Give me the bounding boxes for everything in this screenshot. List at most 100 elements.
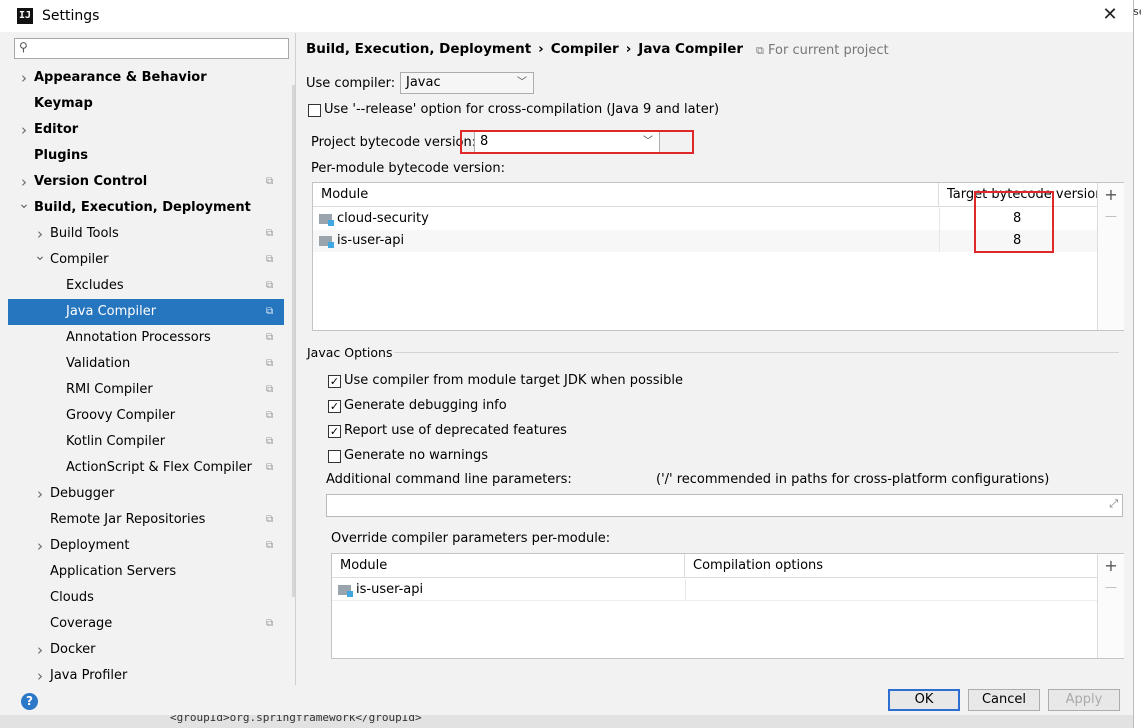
project-scope-icon: ⧉ [266, 618, 274, 629]
override-table: Module Compilation options + — is-user-a… [331, 553, 1124, 659]
sidebar-item-label: ActionScript & Flex Compiler [66, 460, 253, 475]
option-checkbox[interactable]: ✓ [328, 375, 341, 388]
remove-module-button[interactable]: — [1098, 209, 1124, 223]
table-row[interactable]: is-user-api [332, 579, 1097, 601]
sidebar-item-label: Deployment [50, 538, 130, 553]
sidebar-item[interactable]: Java Compiler ⧉ [8, 299, 284, 325]
sidebar-item-label: Version Control [34, 174, 148, 189]
sidebar-item-label: Coverage [50, 616, 113, 631]
apply-button[interactable]: Apply [1048, 689, 1120, 711]
project-scope-icon: ⧉ [266, 358, 274, 369]
intellij-app-icon: IJ [17, 8, 33, 24]
project-scope-icon: ⧉ [266, 254, 274, 265]
sidebar-item-label: Editor [34, 122, 79, 137]
sidebar-item[interactable]: ⌄ Compiler ⧉ [8, 247, 284, 273]
ok-button[interactable]: OK [888, 689, 960, 711]
sidebar-item[interactable]: Excludes ⧉ [8, 273, 284, 299]
breadcrumb-item[interactable]: Compiler [551, 41, 619, 57]
project-scope-icon: ⧉ [266, 280, 274, 291]
chevron-right-icon[interactable]: › [18, 65, 30, 91]
breadcrumb: Build, Execution, Deployment › Compiler › Ja… [306, 41, 743, 57]
breadcrumb-item[interactable]: Build, Execution, Deployment [306, 41, 531, 57]
sidebar-item[interactable]: Coverage ⧉ [8, 611, 284, 637]
project-scope-icon: ⧉ [266, 514, 274, 525]
sidebar-item[interactable]: Remote Jar Repositories ⧉ [8, 507, 284, 533]
close-icon[interactable]: ✕ [1100, 4, 1120, 26]
sidebar-item-label: Build Tools [50, 226, 119, 241]
release-option-checkbox[interactable] [308, 104, 321, 117]
breadcrumb-item: Java Compiler [638, 41, 744, 57]
sidebar-item[interactable]: Clouds [8, 585, 284, 611]
chevron-right-icon[interactable]: › [34, 481, 46, 507]
additional-params-input[interactable]: ⤢ [326, 494, 1123, 517]
column-divider [685, 579, 686, 601]
breadcrumb-separator: › [538, 41, 544, 57]
sidebar-item[interactable]: › Deployment ⧉ [8, 533, 284, 559]
sidebar-item[interactable]: › Debugger [8, 481, 284, 507]
chevron-down-icon[interactable]: ⌄ [18, 191, 30, 217]
project-scope-icon: ⧉ [266, 540, 274, 551]
column-header-module[interactable]: Module [332, 554, 685, 578]
option-label: Generate debugging info [344, 398, 507, 413]
project-scope-icon: ⧉ [266, 228, 274, 239]
sidebar-item-label: Java Profiler [50, 668, 128, 683]
sidebar-item-label: Kotlin Compiler [66, 434, 166, 449]
sidebar-item-label: RMI Compiler [66, 382, 153, 397]
search-input[interactable]: ⚲ [14, 38, 289, 59]
settings-sidebar: ⚲ › Appearance & Behavior Keymap › Editor Plu… [8, 33, 296, 685]
sidebar-item[interactable]: ⌄ Build, Execution, Deployment [8, 195, 284, 221]
option-checkbox[interactable]: ✓ [328, 400, 341, 413]
release-option-label: Use '--release' option for cross-compila… [324, 102, 720, 117]
sidebar-item[interactable]: Kotlin Compiler ⧉ [8, 429, 284, 455]
module-name: is-user-api [337, 233, 405, 248]
chevron-right-icon[interactable]: › [18, 117, 30, 143]
add-override-button[interactable]: + [1098, 556, 1124, 575]
sidebar-item-label: Clouds [50, 590, 94, 605]
module-folder-icon [319, 236, 334, 248]
sidebar-item[interactable]: › Docker [8, 637, 284, 663]
per-module-label: Per-module bytecode version: [311, 161, 505, 176]
column-header-module[interactable]: Module [313, 183, 939, 207]
expand-icon[interactable]: ⤢ [1109, 497, 1118, 511]
use-compiler-label: Use compiler: [306, 76, 396, 91]
sidebar-item[interactable]: › Version Control ⧉ [8, 169, 284, 195]
sidebar-item[interactable]: Groovy Compiler ⧉ [8, 403, 284, 429]
chevron-right-icon[interactable]: › [34, 533, 46, 559]
sidebar-item[interactable]: RMI Compiler ⧉ [8, 377, 284, 403]
background-editor-strip: <groupId>org.springframework</groupId> [0, 715, 1133, 728]
project-scope-icon: ⧉ [266, 436, 274, 447]
sidebar-item[interactable]: ActionScript & Flex Compiler ⧉ [8, 455, 284, 481]
sidebar-item[interactable]: › Appearance & Behavior [8, 65, 284, 91]
help-icon[interactable]: ? [21, 693, 38, 710]
sidebar-item[interactable]: Plugins [8, 143, 284, 169]
sidebar-item-label: Build, Execution, Deployment [34, 200, 251, 215]
background-window-edge-text: se [1133, 5, 1141, 18]
sidebar-item[interactable]: › Editor [8, 117, 284, 143]
sidebar-item-label: Groovy Compiler [66, 408, 176, 423]
chevron-down-icon: ﹀ [517, 77, 527, 88]
for-current-project: ⧉ For current project [756, 43, 889, 58]
sidebar-item[interactable]: Annotation Processors ⧉ [8, 325, 284, 351]
sidebar-item[interactable]: › Java Profiler [8, 663, 284, 685]
sidebar-item-label: Debugger [50, 486, 115, 501]
remove-override-button[interactable]: — [1098, 580, 1124, 594]
module-name: is-user-api [356, 582, 424, 597]
option-checkbox[interactable] [328, 450, 341, 463]
sidebar-item[interactable]: › Build Tools ⧉ [8, 221, 284, 247]
sidebar-item-label: Compiler [50, 252, 109, 267]
sidebar-item[interactable]: Validation ⧉ [8, 351, 284, 377]
column-header-compilation-options[interactable]: Compilation options [685, 554, 1097, 578]
chevron-right-icon[interactable]: › [34, 637, 46, 663]
option-checkbox[interactable]: ✓ [328, 425, 341, 438]
use-compiler-dropdown[interactable]: Javac ﹀ [400, 72, 534, 94]
use-compiler-value: Javac [406, 75, 441, 90]
chevron-right-icon[interactable]: › [34, 663, 46, 685]
sidebar-item[interactable]: Application Servers [8, 559, 284, 585]
window-title: Settings [42, 8, 100, 24]
table-toolbar: + — [1097, 554, 1124, 658]
sidebar-item[interactable]: Keymap [8, 91, 284, 117]
chevron-down-icon[interactable]: ⌄ [34, 243, 46, 269]
add-module-button[interactable]: + [1098, 185, 1124, 204]
settings-window: IJ Settings ✕ ⚲ › Appearance & Behavior Ke… [0, 0, 1134, 728]
cancel-button[interactable]: Cancel [968, 689, 1040, 711]
